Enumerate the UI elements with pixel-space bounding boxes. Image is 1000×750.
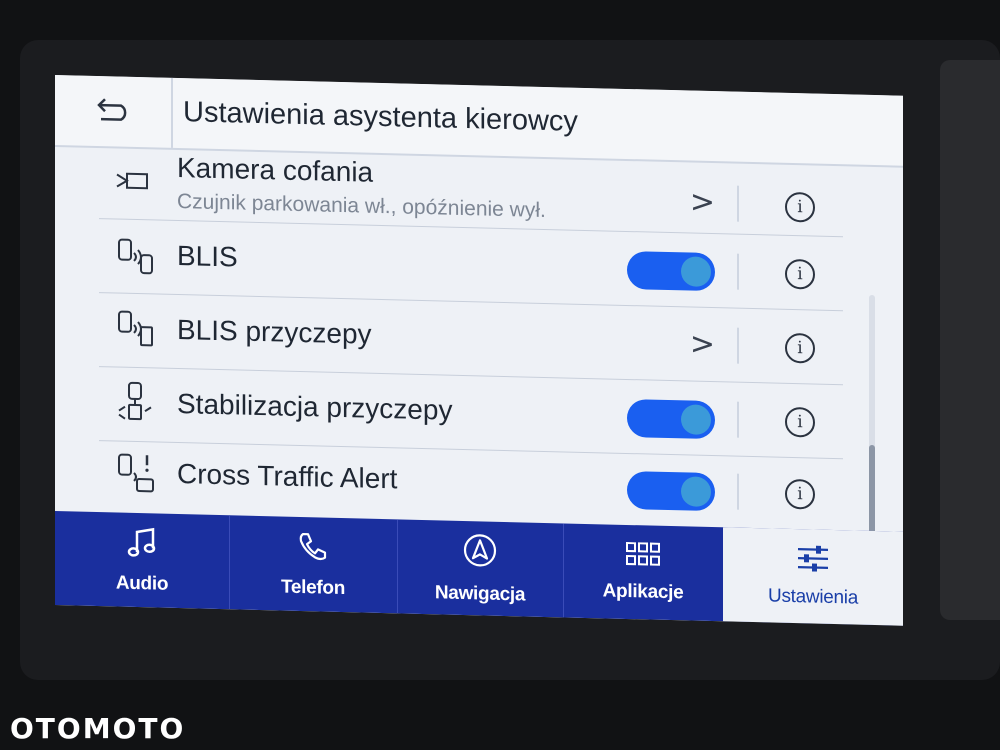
camera-icon <box>115 168 151 198</box>
row-subtitle: Czujnik parkowania wł., opóźnienie wył. <box>177 189 546 222</box>
row-label: Kamera cofania <box>177 151 374 188</box>
tab-audio[interactable]: Audio <box>55 511 230 610</box>
toggle-switch[interactable] <box>627 470 715 512</box>
divider <box>737 253 739 290</box>
tab-label: Ustawienia <box>768 584 858 609</box>
tab-telefon[interactable]: Telefon <box>229 515 398 614</box>
divider <box>737 473 739 510</box>
tab-label: Audio <box>115 571 169 595</box>
cross-traffic-icon <box>115 450 155 500</box>
tab-aplikacje[interactable]: Aplikacje <box>563 523 724 622</box>
back-button[interactable] <box>55 75 173 148</box>
info-icon[interactable]: i <box>785 332 815 364</box>
divider <box>737 185 739 222</box>
toggle-switch[interactable] <box>627 250 715 292</box>
settings-list: Kamera cofania Czujnik parkowania wł., o… <box>55 147 903 596</box>
back-arrow-icon <box>95 96 131 126</box>
page-title: Ustawienia asystenta kierowcy <box>183 96 578 138</box>
tab-nawigacja[interactable]: Nawigacja <box>397 519 564 618</box>
toggle-knob <box>681 476 711 508</box>
tab-ustawienia[interactable]: Ustawienia <box>723 527 903 626</box>
chevron-right-icon[interactable]: > <box>690 185 715 221</box>
toggle-knob <box>681 404 711 436</box>
tab-label: Aplikacje <box>602 579 684 603</box>
divider <box>737 327 739 364</box>
info-icon[interactable]: i <box>785 191 815 223</box>
trailer-blind-spot-icon <box>115 308 155 354</box>
row-label: BLIS przyczepy <box>177 313 372 350</box>
watermark-logo: OTOMOTO <box>10 712 186 745</box>
blind-spot-icon <box>115 236 155 282</box>
tab-label: Telefon <box>280 576 346 599</box>
navigation-icon <box>462 531 498 573</box>
info-icon[interactable]: i <box>785 406 815 438</box>
music-note-icon <box>127 525 157 563</box>
chevron-right-icon[interactable]: > <box>690 327 715 363</box>
trailer-sway-icon <box>115 380 155 430</box>
sliders-icon <box>796 545 830 577</box>
phone-icon <box>297 529 329 567</box>
toggle-knob <box>681 256 711 288</box>
divider <box>737 401 739 438</box>
row-label: Stabilizacja przyczepy <box>177 387 453 426</box>
dashboard-trim <box>940 60 1000 620</box>
row-label: Cross Traffic Alert <box>177 457 398 495</box>
toggle-switch[interactable] <box>627 398 715 440</box>
tab-label: Nawigacja <box>434 581 526 605</box>
info-icon[interactable]: i <box>785 478 815 510</box>
apps-grid-icon <box>626 541 660 571</box>
infotainment-screen: Ustawienia asystenta kierowcy Kamera cof… <box>55 75 903 626</box>
info-icon[interactable]: i <box>785 258 815 290</box>
row-label: BLIS <box>177 239 238 273</box>
